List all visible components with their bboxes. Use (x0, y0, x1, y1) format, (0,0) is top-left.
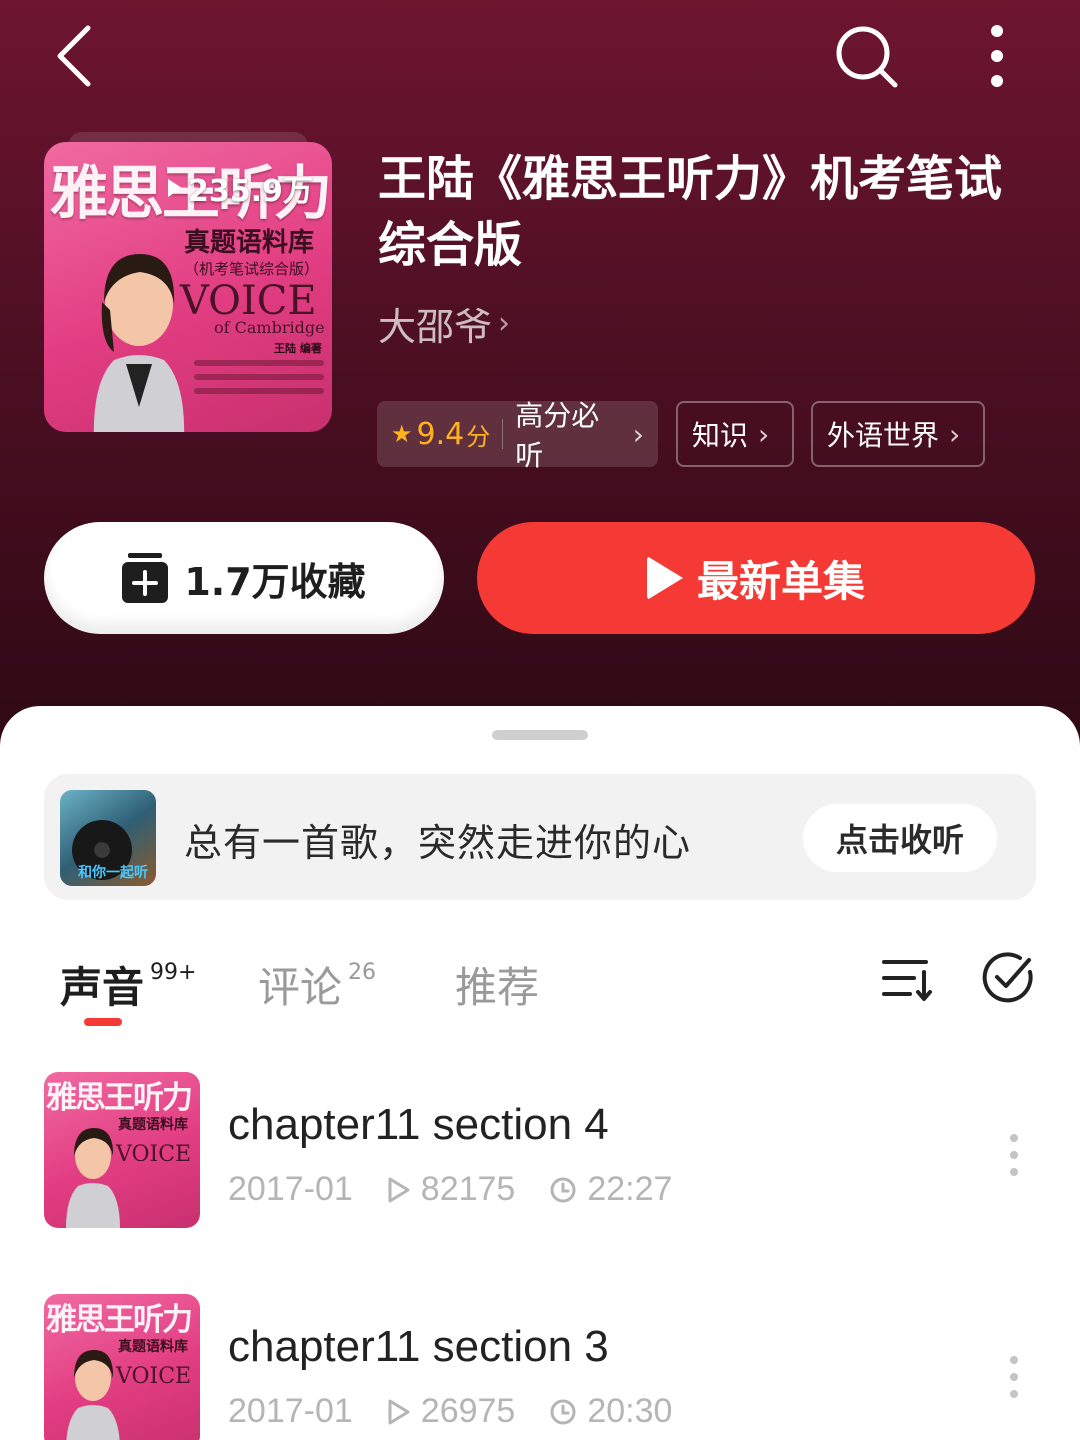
cover-edition: （机考笔试综合版） (184, 260, 320, 278)
more-vertical-icon[interactable] (996, 1132, 1032, 1178)
tab-bar: 声音 99+ 评论 26 推荐 (0, 944, 1080, 1034)
clock-icon (550, 1399, 576, 1424)
play-icon (646, 556, 683, 600)
track-title: chapter11 section 4 (228, 1100, 609, 1149)
cover-of-cambridge: of Cambridge (214, 318, 325, 337)
track-row[interactable]: 雅思王听力 真题语料库 VOICE chapter11 section 3 20… (0, 1294, 1080, 1440)
content-sheet: 和你一起听 总有一首歌，突然走进你的心 点击收听 声音 99+ 评论 26 推荐 (0, 706, 1080, 1440)
promo-thumbnail: 和你一起听 (60, 790, 156, 886)
score-unit: 分 (466, 422, 491, 451)
thumb-voice: VOICE (116, 1142, 192, 1167)
track-meta: 2017-01 82175 22:27 (228, 1170, 706, 1209)
track-duration: 20:30 (587, 1392, 673, 1430)
promo-text: 总有一首歌，突然走进你的心 (184, 821, 692, 865)
clock-icon (550, 1177, 576, 1202)
thumb-title: 雅思王听力 (46, 1302, 193, 1338)
track-date: 2017-01 (228, 1170, 353, 1208)
thumb-subtitle: 真题语料库 (118, 1339, 188, 1355)
track-date: 2017-01 (228, 1392, 353, 1430)
latest-label: 最新单集 (696, 556, 865, 606)
category-label: 外语世界 (827, 419, 940, 452)
promo-banner[interactable]: 和你一起听 总有一首歌，突然走进你的心 点击收听 (44, 774, 1036, 900)
promo-listen-button[interactable]: 点击收听 (803, 804, 997, 872)
tab-sounds[interactable]: 声音 99+ (60, 954, 196, 1015)
score-tag[interactable]: ★ 9.4 分 高分必听 › (377, 399, 658, 472)
category-tag-knowledge[interactable]: 知识 › (676, 401, 794, 467)
category-tag-language[interactable]: 外语世界 › (811, 401, 985, 467)
tab-count: 99+ (150, 960, 197, 985)
collect-label: 1.7万收藏 (184, 559, 366, 604)
track-thumbnail: 雅思王听力 真题语料库 VOICE (44, 1294, 200, 1440)
thumb-subtitle: 真题语料库 (118, 1117, 188, 1133)
album-header: 雅思王听力 真题语料库 （机考笔试综合版） VOICE of Cambridge… (0, 0, 1080, 760)
more-vertical-icon[interactable] (996, 1354, 1032, 1400)
author-link[interactable]: 大邵爷 › (378, 296, 510, 351)
thumb-title: 雅思王听力 (46, 1080, 193, 1116)
check-circle-icon[interactable] (980, 950, 1036, 1006)
sheet-grabber[interactable] (492, 730, 588, 740)
album-cover[interactable]: 雅思王听力 真题语料库 （机考笔试综合版） VOICE of Cambridge… (44, 142, 332, 432)
chevron-right-icon: › (949, 417, 961, 451)
more-button[interactable] (962, 18, 1032, 94)
tab-count: 26 (348, 960, 377, 985)
track-thumbnail: 雅思王听力 真题语料库 VOICE (44, 1072, 200, 1228)
cover-subtitle: 真题语料库 (184, 228, 315, 258)
play-count-icon (168, 179, 182, 197)
tab-label: 评论 (258, 963, 343, 1012)
track-title: chapter11 section 3 (228, 1322, 609, 1371)
score-label: 高分必听 (515, 399, 600, 472)
track-duration-group: 20:30 (549, 1392, 672, 1431)
category-label: 知识 (692, 419, 749, 452)
tab-label: 推荐 (455, 963, 540, 1012)
album-title: 王陆《雅思王听力》机考笔试综合版 (378, 151, 1003, 273)
search-icon (836, 26, 898, 88)
chevron-right-icon: › (498, 306, 511, 341)
track-row[interactable]: 雅思王听力 真题语料库 VOICE chapter11 section 4 20… (0, 1072, 1080, 1242)
play-outline-icon (388, 1177, 410, 1202)
track-meta: 2017-01 26975 20:30 (228, 1392, 706, 1431)
track-duration-group: 22:27 (549, 1170, 672, 1209)
track-plays-group: 82175 (387, 1170, 516, 1209)
track-duration: 22:27 (587, 1170, 673, 1208)
more-vertical-icon (991, 25, 1003, 87)
cover-author: 王陆 编著 (274, 342, 322, 355)
latest-episode-button[interactable]: 最新单集 (477, 522, 1035, 634)
sort-icon[interactable] (880, 952, 936, 1008)
chevron-right-icon: › (632, 417, 644, 451)
collect-button[interactable]: 1.7万收藏 (44, 522, 444, 634)
plays-badge: 235.9万 (168, 166, 313, 210)
tab-recommend[interactable]: 推荐 (455, 954, 539, 1015)
track-plays-group: 26975 (387, 1392, 516, 1431)
cover-text-lines (194, 360, 324, 402)
tab-label: 声音 (60, 963, 145, 1012)
chevron-left-icon (57, 25, 91, 87)
star-icon: ★ (391, 420, 413, 448)
play-outline-icon (388, 1399, 410, 1424)
promo-thumb-text: 和你一起听 (78, 865, 148, 881)
thumb-voice: VOICE (116, 1364, 192, 1389)
tag-divider (502, 419, 504, 449)
author-name: 大邵爷 (378, 305, 493, 349)
score-value: 9.4 (416, 416, 465, 452)
track-plays: 26975 (420, 1392, 516, 1430)
search-button[interactable] (828, 18, 904, 94)
back-button[interactable] (40, 20, 110, 90)
active-tab-indicator (84, 1018, 122, 1026)
plays-count: 235.9万 (188, 174, 313, 209)
chevron-right-icon: › (758, 417, 770, 451)
add-collection-icon (122, 553, 169, 603)
tab-comments[interactable]: 评论 26 (258, 954, 376, 1015)
track-plays: 82175 (420, 1170, 516, 1208)
